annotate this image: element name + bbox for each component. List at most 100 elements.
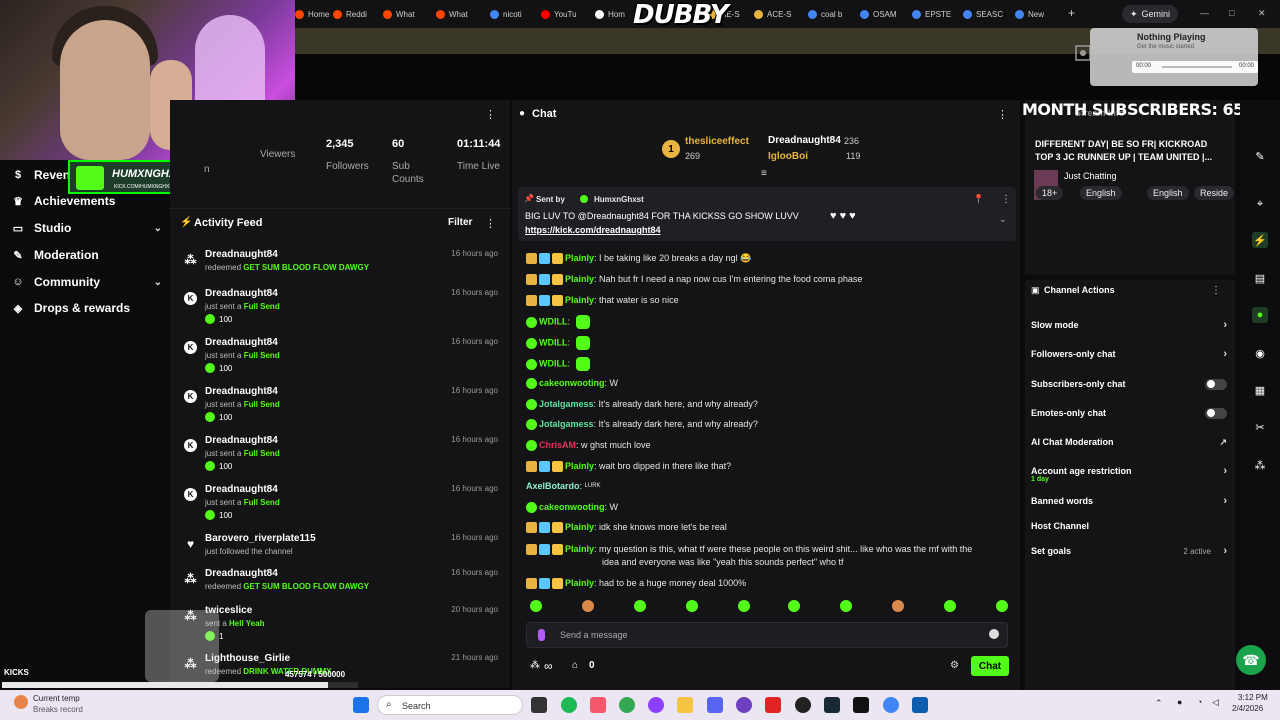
clock-date[interactable]: 2/4/2026 [1232, 704, 1263, 713]
emote-icon[interactable] [634, 600, 646, 612]
activity-user[interactable]: Dreadnaught84 [205, 249, 278, 260]
pinned-link[interactable]: https://kick.com/dreadnaught84 [525, 225, 661, 235]
activity-user[interactable]: Dreadnaught84 [205, 386, 278, 397]
browser-tab[interactable]: SEASC [963, 6, 1007, 22]
app-icon[interactable] [765, 697, 781, 713]
mic-icon[interactable]: ● [1177, 697, 1182, 707]
emote-icon[interactable] [686, 600, 698, 612]
more-options-icon[interactable]: ⋮ [997, 108, 1008, 121]
maximize-button[interactable]: □ [1229, 8, 1234, 18]
chat-username[interactable]: Plainly [565, 578, 594, 588]
gifter-name[interactable]: IglooBoi [768, 151, 808, 162]
channel-action[interactable]: Account age restriction 1 day › [1031, 462, 1227, 483]
music-icon[interactable] [590, 697, 606, 713]
support-button[interactable]: ☎ [1236, 645, 1266, 675]
chat-username[interactable]: Jotalgamess [539, 399, 594, 409]
channel-action[interactable]: Emotes-only chat [1031, 404, 1227, 422]
app-icon[interactable] [912, 697, 928, 713]
channel-action[interactable]: Slow mode › [1031, 316, 1227, 334]
browser-tab[interactable]: What [383, 6, 427, 22]
browser-tab[interactable]: YouTu [541, 6, 585, 22]
chat-username[interactable]: Plainly [565, 253, 594, 263]
activity-user[interactable]: Dreadnaught84 [205, 484, 278, 495]
chat-username[interactable]: Plainly [565, 544, 594, 554]
folder-icon[interactable] [677, 697, 693, 713]
more-options-icon[interactable]: ⋮ [485, 217, 496, 230]
chat-input[interactable]: Send a message [526, 622, 1008, 648]
more-options-icon[interactable]: ⋮ [1001, 194, 1011, 205]
chat-username[interactable]: AxelBotardo [526, 481, 580, 491]
browser-tab[interactable]: coal b [808, 6, 852, 22]
stream-tag[interactable]: English [1080, 186, 1122, 200]
emote-icon[interactable] [892, 600, 904, 612]
chat-send-button[interactable]: Chat [971, 656, 1009, 676]
taskbar-search[interactable]: ⌕ Search [377, 695, 523, 715]
minimize-button[interactable]: — [1200, 8, 1209, 18]
chevron-down-icon[interactable]: ⌄ [999, 214, 1007, 225]
channel-action[interactable]: Set goals 2 active › [1031, 542, 1227, 560]
discord-icon[interactable] [707, 697, 723, 713]
nav-item[interactable]: ♛ Achievements [12, 191, 162, 211]
layout-icon[interactable]: ▦ [1252, 382, 1268, 398]
activity-user[interactable]: Dreadnaught84 [205, 288, 278, 299]
browser-tab[interactable]: What [436, 6, 480, 22]
emote-icon[interactable] [738, 600, 750, 612]
stream-tag[interactable]: 18+ [1036, 186, 1064, 200]
channel-action[interactable]: Host Channel [1031, 517, 1227, 535]
chevron-up-icon[interactable]: ⌃ [1155, 698, 1163, 709]
clock-time[interactable]: 3:12 PM [1238, 693, 1268, 702]
chat-username[interactable]: cakeonwooting [539, 378, 605, 388]
steam-icon[interactable] [824, 697, 840, 713]
app-icon[interactable] [648, 697, 664, 713]
chat-username[interactable]: Jotalgamess [539, 419, 594, 429]
chrome-icon[interactable] [883, 697, 899, 713]
channel-action[interactable]: Banned words › [1031, 492, 1227, 510]
close-button[interactable]: ✕ [1258, 8, 1266, 19]
obs-icon[interactable] [795, 697, 811, 713]
drops-icon[interactable]: ⁂ [1252, 457, 1268, 473]
terminal-icon[interactable] [853, 697, 869, 713]
chat-username[interactable]: Plainly [565, 274, 594, 284]
channel-action[interactable]: Followers-only chat › [1031, 345, 1227, 363]
clipboard-icon[interactable]: ▤ [1252, 270, 1268, 286]
speaker-icon[interactable]: ◁ [1212, 697, 1219, 708]
collapse-icon[interactable]: ≡ [761, 168, 767, 179]
browser-tab[interactable]: Reddi [333, 6, 377, 22]
emoji-icon[interactable] [989, 629, 999, 639]
wifi-icon[interactable]: ◔ [1197, 697, 1202, 707]
app-icon[interactable] [736, 697, 752, 713]
unpin-icon[interactable]: 📍 [973, 194, 984, 205]
chat-username[interactable]: cakeonwooting [539, 502, 605, 512]
stream-tag[interactable]: English [1147, 186, 1189, 200]
browser-tab[interactable]: ACE-S [754, 6, 798, 22]
activity-user[interactable]: Dreadnaught84 [205, 435, 278, 446]
media-progress[interactable]: 00:00 00:00 [1132, 61, 1258, 73]
activity-user[interactable]: Dreadnaught84 [205, 568, 278, 579]
browser-tab[interactable]: EPSTE [912, 6, 956, 22]
emote-icon[interactable] [840, 600, 852, 612]
toggle-switch[interactable] [1205, 378, 1227, 390]
pinned-author[interactable]: HumxnGhxst [594, 195, 644, 204]
chat-username[interactable]: WDILL [539, 358, 568, 368]
channel-action[interactable]: AI Chat Moderation ↗ [1031, 433, 1227, 451]
chat-username[interactable]: WDILL [539, 316, 568, 326]
start-icon[interactable] [353, 697, 369, 713]
chrome-icon[interactable] [619, 697, 635, 713]
target-icon[interactable]: ⌖ [1252, 196, 1268, 212]
emote-icon[interactable] [582, 600, 594, 612]
channel-action[interactable]: Subscribers-only chat [1031, 375, 1227, 393]
emote-icon[interactable] [996, 600, 1008, 612]
spotify-icon[interactable] [561, 697, 577, 713]
chat-username[interactable]: WDILL [539, 337, 568, 347]
chat-username[interactable]: Plainly [565, 461, 594, 471]
activity-user[interactable]: Barovero_riverplate115 [205, 533, 316, 544]
filter-button[interactable]: Filter [448, 217, 472, 228]
nav-item[interactable]: ▭ Studio ⌄ [12, 218, 162, 238]
shop-icon[interactable]: ⌂ [572, 660, 578, 671]
nav-item[interactable]: ✎ Moderation [12, 245, 162, 265]
lightning-icon[interactable]: ⚡ [1252, 232, 1268, 248]
pencil-icon[interactable]: ✎ [1252, 148, 1268, 164]
new-tab-button[interactable]: + [1068, 6, 1075, 20]
task-view-icon[interactable] [531, 697, 547, 713]
mic-icon[interactable] [538, 629, 545, 641]
